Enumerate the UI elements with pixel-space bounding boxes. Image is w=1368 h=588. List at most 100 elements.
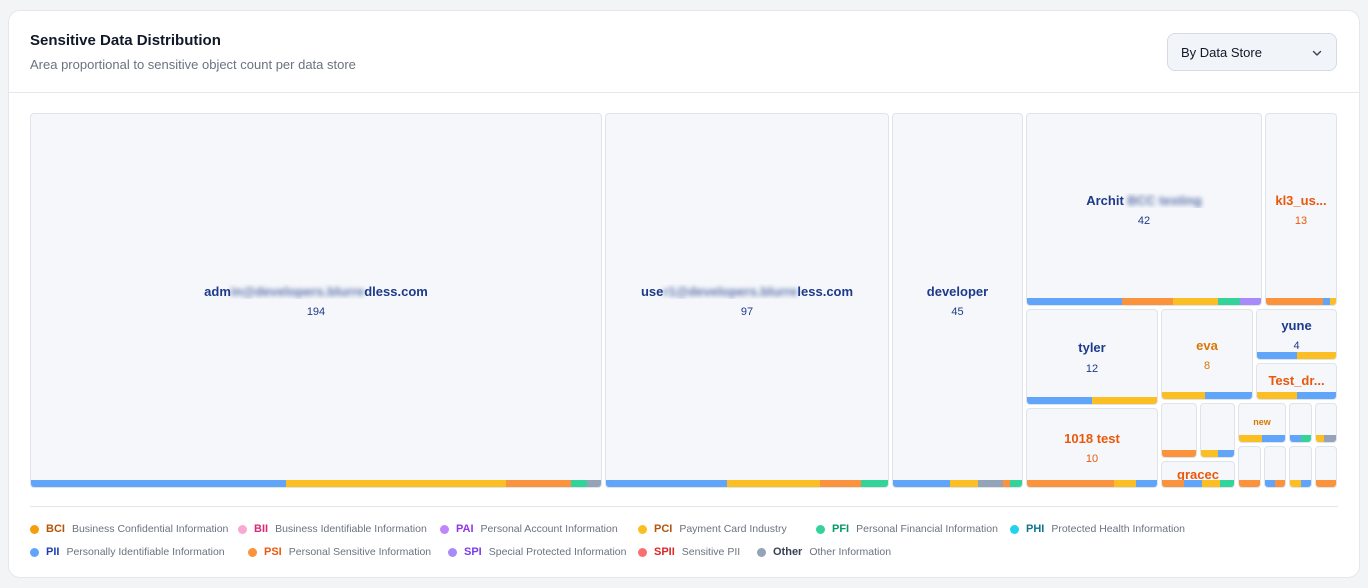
segment-other bbox=[978, 480, 1003, 487]
legend-description: Special Protected Information bbox=[488, 546, 627, 558]
category-breakdown-bar bbox=[1162, 450, 1196, 457]
legend-item-pii[interactable]: PII Personally Identifiable Information bbox=[30, 543, 225, 561]
segment-pii bbox=[893, 480, 950, 487]
treemap-tile[interactable]: admin@developers.blurredless.com 194 bbox=[30, 113, 602, 488]
legend-dot-icon bbox=[448, 547, 457, 557]
treemap-tile[interactable]: new bbox=[1238, 403, 1286, 443]
category-breakdown-bar bbox=[1027, 298, 1261, 305]
chevron-down-icon bbox=[1312, 50, 1322, 56]
legend-dot-icon bbox=[1010, 524, 1019, 534]
treemap-tile[interactable]: yune 4 bbox=[1256, 309, 1337, 360]
tile-label: user1@developers.blurreless.com bbox=[640, 284, 854, 299]
treemap-tile[interactable]: user1@developers.blurreless.com 97 bbox=[605, 113, 889, 488]
legend-dot-icon bbox=[638, 524, 647, 534]
segment-pci bbox=[1201, 480, 1220, 487]
legend-description: Business Identifiable Information bbox=[275, 523, 427, 535]
category-breakdown-bar bbox=[1239, 435, 1285, 442]
legend-description: Business Confidential Information bbox=[71, 523, 229, 535]
treemap-tile[interactable] bbox=[1289, 446, 1312, 488]
legend-item-pci[interactable]: PCI Payment Card Industry bbox=[638, 520, 787, 538]
treemap-tile[interactable] bbox=[1200, 403, 1235, 458]
legend-item-bci[interactable]: BCI Business Confidential Information bbox=[30, 520, 228, 538]
treemap-tile[interactable] bbox=[1289, 403, 1312, 443]
legend-code: PCI bbox=[654, 523, 673, 535]
treemap-tile[interactable]: kl3_us... 13 bbox=[1265, 113, 1337, 306]
legend-dot-icon bbox=[757, 547, 766, 557]
tile-count: 12 bbox=[1085, 363, 1099, 375]
legend-code: SPII bbox=[654, 546, 675, 558]
legend-code: BCI bbox=[46, 523, 65, 535]
segment-psi bbox=[1162, 480, 1184, 487]
legend-item-phi[interactable]: PHI Protected Health Information bbox=[1010, 520, 1185, 538]
tile-label: admin@developers.blurredless.com bbox=[204, 284, 428, 299]
legend-item-pai[interactable]: PAI Personal Account Information bbox=[440, 520, 618, 538]
legend-dot-icon bbox=[30, 547, 39, 557]
segment-pfi bbox=[1300, 435, 1311, 442]
group-by-selected-value: By Data Store bbox=[1181, 45, 1262, 60]
segment-pii bbox=[1136, 480, 1157, 487]
treemap-tile[interactable] bbox=[1315, 403, 1337, 443]
treemap-tile[interactable] bbox=[1238, 446, 1261, 488]
group-by-select[interactable]: By Data Store bbox=[1167, 33, 1337, 71]
segment-psi bbox=[1027, 480, 1115, 487]
legend-item-psi[interactable]: PSI Personal Sensitive Information bbox=[248, 543, 431, 561]
tile-count: 13 bbox=[1294, 215, 1308, 227]
tile-label: 1018 test bbox=[1064, 431, 1120, 446]
legend-code: PSI bbox=[264, 546, 282, 558]
tile-count: 8 bbox=[1203, 360, 1211, 372]
segment-pci bbox=[1290, 480, 1301, 487]
treemap-tile[interactable]: gracec bbox=[1161, 461, 1235, 488]
treemap-tile[interactable]: developer 45 bbox=[892, 113, 1023, 488]
segment-pci bbox=[1201, 450, 1218, 457]
segment-pci bbox=[1257, 392, 1297, 399]
category-breakdown-bar bbox=[1290, 480, 1311, 487]
legend-item-pfi[interactable]: PFI Personal Financial Information bbox=[816, 520, 998, 538]
redacted-text: BCC testing bbox=[1123, 193, 1202, 208]
legend-item-spii[interactable]: SPII Sensitive PII bbox=[638, 543, 740, 561]
segment-pii bbox=[1323, 298, 1331, 305]
segment-pii bbox=[1183, 480, 1202, 487]
segment-pii bbox=[1265, 480, 1275, 487]
legend-code: SPI bbox=[464, 546, 482, 558]
segment-psi bbox=[1266, 298, 1324, 305]
tile-label: kl3_us... bbox=[1275, 193, 1327, 208]
legend-row-1: BCI Business Confidential Information BII B… bbox=[30, 520, 1350, 538]
category-breakdown-bar bbox=[1316, 480, 1336, 487]
category-breakdown-bar bbox=[1201, 450, 1234, 457]
legend-item-spi[interactable]: SPI Special Protected Information bbox=[448, 543, 626, 561]
legend-item-bii[interactable]: BII Business Identifiable Information bbox=[238, 520, 427, 538]
legend-item-other[interactable]: Other Other Information bbox=[757, 543, 891, 561]
segment-pii bbox=[1217, 450, 1234, 457]
treemap-tile[interactable] bbox=[1315, 446, 1337, 488]
tile-count: 194 bbox=[306, 306, 326, 318]
treemap-tile[interactable]: tyler 12 bbox=[1026, 309, 1158, 405]
segment-pci bbox=[1330, 298, 1336, 305]
legend-description: Personal Financial Information bbox=[856, 523, 998, 535]
treemap-tile[interactable] bbox=[1161, 403, 1197, 458]
legend-dot-icon bbox=[248, 547, 257, 557]
legend-dot-icon bbox=[30, 524, 39, 534]
card-header: Sensitive Data Distribution Area proport… bbox=[9, 11, 1359, 93]
treemap-tile[interactable]: Archit BCC testing 42 bbox=[1026, 113, 1262, 306]
segment-pci bbox=[1239, 435, 1262, 442]
legend-description: Personal Sensitive Information bbox=[288, 546, 432, 558]
legend-code: Other bbox=[773, 546, 803, 558]
redacted-text: in@developers.blurre bbox=[230, 284, 365, 299]
segment-pii bbox=[1027, 397, 1092, 404]
segment-other bbox=[587, 480, 601, 487]
tile-label: Archit BCC testing bbox=[1086, 193, 1202, 208]
legend-code: PFI bbox=[832, 523, 850, 535]
treemap-tile[interactable]: Test_dr... bbox=[1256, 363, 1337, 400]
legend-code: BII bbox=[254, 523, 269, 535]
category-breakdown-bar bbox=[1027, 397, 1157, 404]
tile-label: new bbox=[1253, 417, 1271, 427]
category-breakdown-bar bbox=[1162, 480, 1234, 487]
treemap-tile[interactable] bbox=[1264, 446, 1286, 488]
category-breakdown-bar bbox=[1162, 392, 1252, 399]
treemap-tile[interactable]: 1018 test 10 bbox=[1026, 408, 1158, 488]
tile-count: 10 bbox=[1085, 453, 1099, 465]
treemap-tile[interactable]: eva 8 bbox=[1161, 309, 1253, 400]
category-breakdown-bar bbox=[1266, 298, 1336, 305]
segment-pci bbox=[1114, 480, 1137, 487]
legend-description: Sensitive PII bbox=[681, 546, 741, 558]
